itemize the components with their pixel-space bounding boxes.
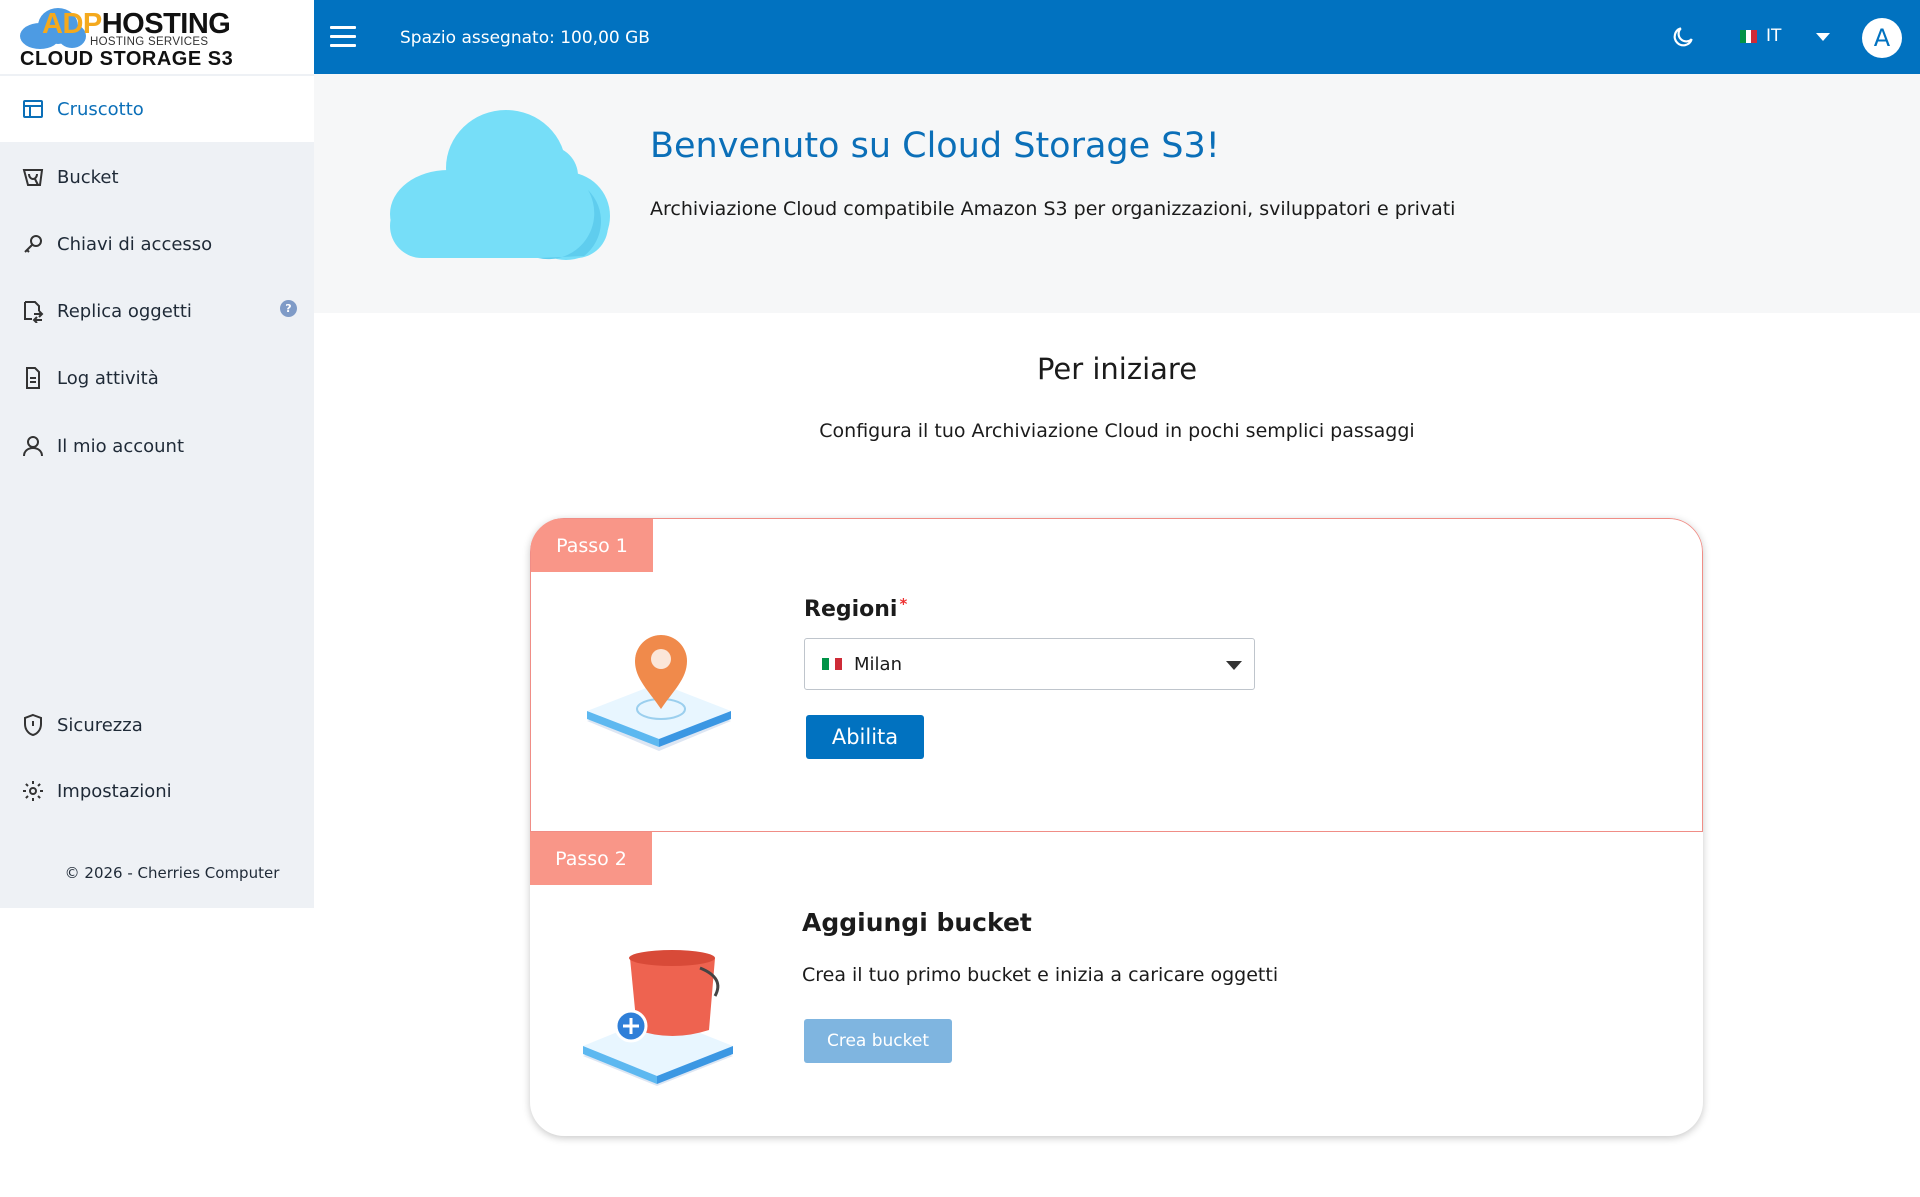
key-icon bbox=[20, 231, 46, 257]
sidebar-item-label: Chiavi di accesso bbox=[57, 233, 213, 255]
cloud-illustration-icon bbox=[390, 110, 610, 260]
region-select[interactable]: Milan bbox=[804, 638, 1255, 690]
add-bucket-title: Aggiungi bucket bbox=[802, 908, 1032, 937]
bucket-icon bbox=[20, 164, 46, 190]
welcome-banner: Benvenuto su Cloud Storage S3! Archiviaz… bbox=[314, 74, 1920, 313]
location-pin-illustration-icon bbox=[587, 635, 731, 751]
sidebar-item-il-mio-account[interactable]: Il mio account bbox=[0, 413, 314, 479]
document-icon bbox=[20, 365, 46, 391]
required-asterisk: * bbox=[899, 595, 908, 613]
sidebar-item-cruscotto[interactable]: Cruscotto bbox=[0, 76, 314, 142]
sidebar-item-label: Sicurezza bbox=[57, 714, 143, 736]
add-bucket-subtitle: Crea il tuo primo bucket e inizia a cari… bbox=[802, 964, 1279, 986]
brand-logo[interactable]: ADPHOSTING HOSTING SERVICES CLOUD STORAG… bbox=[0, 0, 314, 74]
welcome-subtitle: Archiviazione Cloud compatibile Amazon S… bbox=[650, 198, 1456, 220]
sidebar-item-impostazioni[interactable]: Impostazioni bbox=[0, 758, 314, 824]
enable-region-button[interactable]: Abilita bbox=[806, 715, 924, 759]
dark-mode-moon-icon[interactable] bbox=[1670, 24, 1696, 50]
step-1-panel: Passo 1 Regioni * Milan Abilita bbox=[530, 518, 1703, 832]
logo-subtitle: HOSTING SERVICES bbox=[90, 36, 209, 48]
sidebar-item-label: Il mio account bbox=[57, 435, 185, 457]
copyright-text: © 2026 - Cherries Computer bbox=[64, 864, 280, 882]
language-code: IT bbox=[1766, 26, 1782, 46]
shield-icon bbox=[20, 712, 46, 738]
sidebar-item-label: Cruscotto bbox=[57, 98, 144, 120]
welcome-title: Benvenuto su Cloud Storage S3! bbox=[650, 126, 1220, 166]
user-avatar[interactable]: A bbox=[1862, 18, 1902, 58]
region-field-label: Regioni * bbox=[804, 595, 908, 622]
sidebar: ADPHOSTING HOSTING SERVICES CLOUD STORAG… bbox=[0, 0, 314, 908]
sidebar-item-label: Bucket bbox=[57, 166, 119, 188]
getting-started-subtitle: Configura il tuo Archiviazione Cloud in … bbox=[819, 420, 1415, 442]
italy-flag-icon bbox=[1740, 29, 1758, 43]
sidebar-item-label: Impostazioni bbox=[57, 780, 172, 802]
chevron-down-icon bbox=[1226, 661, 1242, 670]
menu-toggle-icon[interactable] bbox=[330, 26, 356, 48]
sidebar-item-bucket[interactable]: Bucket bbox=[0, 144, 314, 210]
create-bucket-button[interactable]: Crea bucket bbox=[804, 1019, 952, 1063]
sidebar-item-log-attivita[interactable]: Log attività bbox=[0, 345, 314, 411]
logo-product-name: CLOUD STORAGE S3 bbox=[20, 48, 234, 70]
sidebar-item-label: Replica oggetti bbox=[57, 300, 192, 322]
dashboard-icon bbox=[20, 96, 46, 122]
sidebar-item-replica-oggetti[interactable]: Replica oggetti ? bbox=[0, 278, 314, 344]
italy-flag-icon bbox=[822, 658, 843, 670]
assigned-space-label: Spazio assegnato: 100,00 GB bbox=[400, 28, 650, 48]
sidebar-item-label: Log attività bbox=[57, 367, 159, 389]
step-2-tag: Passo 2 bbox=[530, 832, 652, 885]
bucket-illustration-icon bbox=[583, 950, 733, 1086]
setup-steps-card: Passo 1 Regioni* Milan Abilita Passo 2 bbox=[530, 518, 1703, 1136]
chevron-down-icon[interactable] bbox=[1816, 33, 1830, 41]
language-selector[interactable]: IT bbox=[1740, 26, 1781, 46]
user-icon bbox=[20, 433, 46, 459]
help-badge-icon[interactable]: ? bbox=[280, 300, 297, 317]
region-select-value: Milan bbox=[854, 653, 902, 675]
step-1-tag: Passo 1 bbox=[531, 519, 653, 572]
topbar: Spazio assegnato: 100,00 GB IT A bbox=[314, 0, 1920, 74]
replicate-icon bbox=[20, 298, 46, 324]
gear-icon bbox=[20, 778, 46, 804]
sidebar-item-sicurezza[interactable]: Sicurezza bbox=[0, 692, 314, 758]
sidebar-item-chiavi-di-accesso[interactable]: Chiavi di accesso bbox=[0, 211, 314, 277]
getting-started-title: Per iniziare bbox=[1036, 352, 1198, 386]
